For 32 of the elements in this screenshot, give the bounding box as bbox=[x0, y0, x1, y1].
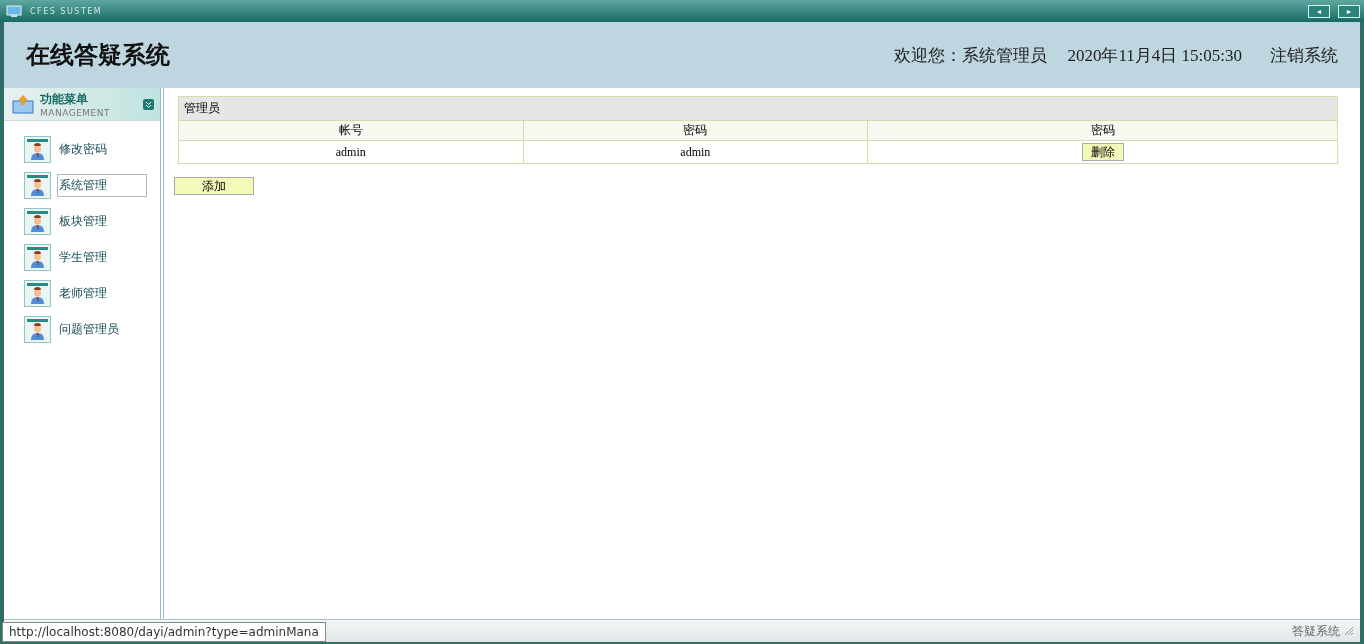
app-title: 在线答疑系统 bbox=[26, 39, 171, 71]
date-time: 2020年11月4日 15:05:30 bbox=[1067, 44, 1242, 67]
column-header: 密码 bbox=[867, 120, 1338, 141]
menu-title: 功能菜单 bbox=[40, 90, 89, 108]
menu-item[interactable]: 学生管理 bbox=[57, 246, 147, 269]
user-icon bbox=[24, 316, 51, 343]
table-cell: admin bbox=[178, 140, 524, 164]
window-title: CFES SUSTEM bbox=[30, 6, 104, 16]
menu-item[interactable]: 问题管理员 bbox=[57, 318, 147, 341]
resize-grip-icon[interactable] bbox=[1344, 626, 1354, 636]
user-icon bbox=[24, 208, 51, 235]
upload-icon bbox=[12, 94, 34, 114]
add-button[interactable]: 添加 bbox=[174, 177, 254, 195]
user-icon bbox=[24, 280, 51, 307]
link-url-tooltip: http://localhost:8080/dayi/admin?type=adminMana bbox=[2, 622, 326, 642]
collapse-icon[interactable] bbox=[143, 98, 154, 110]
menu-item[interactable]: 系统管理 bbox=[57, 174, 147, 197]
menu-item[interactable]: 老师管理 bbox=[57, 282, 147, 305]
menu-item[interactable]: 修改密码 bbox=[57, 138, 147, 161]
user-icon bbox=[24, 172, 51, 199]
column-header: 帐号 bbox=[178, 120, 524, 141]
welcome-text: 欢迎您：系统管理员 bbox=[894, 44, 1048, 67]
delete-button[interactable]: 删除 bbox=[1081, 143, 1124, 161]
table-cell: admin bbox=[523, 140, 868, 164]
user-icon bbox=[24, 244, 51, 271]
status-text: 答疑系统 bbox=[1292, 622, 1340, 640]
menu-subtitle: MANAGEMENT bbox=[40, 107, 111, 118]
user-icon bbox=[24, 136, 51, 163]
menu-item[interactable]: 板块管理 bbox=[57, 210, 147, 233]
monitor-icon bbox=[6, 4, 22, 18]
logout-link[interactable]: 注销系统 bbox=[1270, 43, 1338, 67]
table-caption: 管理员 bbox=[178, 96, 1338, 121]
